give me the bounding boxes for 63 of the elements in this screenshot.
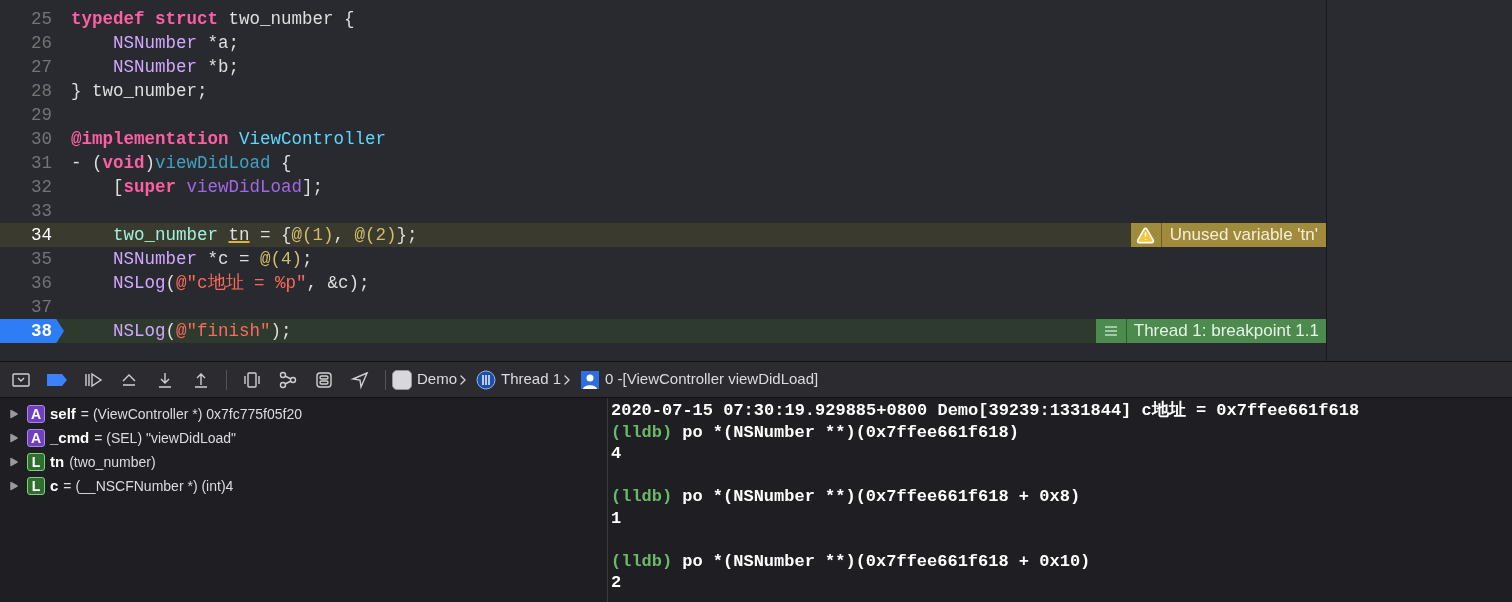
line-number: 27 [31, 57, 52, 77]
code-line: NSNumber *a; [112, 32, 240, 55]
variable-name[interactable]: _cmd [50, 426, 90, 450]
disclosure-icon[interactable] [9, 409, 19, 419]
code-line: NSLog(@"c地址 = %p", &c); [112, 272, 370, 295]
line-number: 26 [31, 33, 52, 53]
code-line: typedef struct two_number { [71, 8, 355, 31]
console-command: po *(NSNumber **)(0x7ffee661f618 + 0x8) [682, 486, 1081, 508]
console-output: 2020-07-15 07:30:19.929885+0800 Demo[39239:1331844] c地址 = 0x7ffee661f618 [611, 401, 1360, 420]
line-number: 35 [31, 249, 52, 269]
disclosure-icon[interactable] [9, 433, 19, 443]
disclosure-icon[interactable] [9, 457, 19, 467]
disclosure-icon[interactable] [9, 481, 19, 491]
code-line: - (void)viewDidLoad { [71, 152, 292, 175]
variable-badge: L [27, 453, 45, 471]
line-number: 31 [31, 153, 52, 173]
code-line: NSNumber *c = @(4); [112, 248, 313, 271]
breakpoint-annotation[interactable]: Thread 1: breakpoint 1.1 [1095, 319, 1326, 343]
thread-message: Thread 1: breakpoint 1.1 [1132, 320, 1320, 342]
line-number: 28 [31, 81, 52, 101]
console-output: 4 [611, 444, 622, 463]
app-icon [392, 369, 412, 390]
variable-badge: L [27, 477, 45, 495]
warning-message: Unused variable 'tn' [1168, 224, 1319, 246]
lines-icon [1104, 326, 1117, 336]
line-number: 36 [31, 273, 52, 293]
lldb-prompt: (lldb) [611, 421, 673, 443]
console-output: 2 [611, 573, 622, 592]
person-icon [580, 369, 601, 390]
lldb-prompt: (lldb) [611, 550, 673, 572]
variable-value: = (ViewController *) 0x7fc775f05f20 [80, 404, 302, 424]
breadcrumb-item[interactable]: Demo [417, 368, 457, 391]
code-line: two_number tn = {@(1), @(2)}; [112, 224, 418, 247]
code-line: NSLog(@"finish"); [112, 320, 292, 343]
thread-icon [476, 369, 496, 390]
code-line: [super viewDidLoad]; [112, 176, 324, 199]
line-number: 30 [31, 129, 52, 149]
console-output: 1 [611, 508, 622, 528]
variable-value: = (SEL) "viewDidLoad" [94, 428, 237, 448]
variable-name[interactable]: tn [50, 450, 65, 474]
line-number: 29 [31, 105, 52, 125]
variable-badge: A [27, 405, 45, 423]
variable-name[interactable]: self [50, 402, 76, 426]
line-number: 37 [31, 297, 52, 317]
code-line: } two_number; [71, 80, 208, 103]
breadcrumb-item[interactable]: Thread 1 [501, 368, 562, 391]
line-number: 32 [31, 177, 52, 197]
code-line: NSNumber *b; [112, 56, 240, 79]
console-command: po *(NSNumber **)(0x7ffee661f618) [682, 421, 1019, 443]
line-number: 25 [31, 9, 52, 29]
variable-value: (two_number) [69, 452, 156, 472]
code-editor[interactable] [0, 0, 1327, 361]
current-line-number[interactable]: 38 [0, 319, 64, 343]
console-command: po *(NSNumber **)(0x7ffee661f618 + 0x10) [682, 550, 1091, 572]
variable-name[interactable]: c [50, 474, 59, 498]
line-number: 34 [31, 225, 52, 245]
warning-icon [1136, 225, 1156, 245]
breadcrumb-item[interactable]: 0 -[ViewController viewDidLoad] [605, 368, 819, 391]
line-number: 33 [31, 201, 52, 221]
variable-badge: A [27, 429, 45, 447]
code-line: @implementation ViewController [71, 128, 387, 151]
lldb-prompt: (lldb) [611, 486, 673, 508]
variable-value: = (__NSCFNumber *) (int)4 [63, 476, 234, 496]
